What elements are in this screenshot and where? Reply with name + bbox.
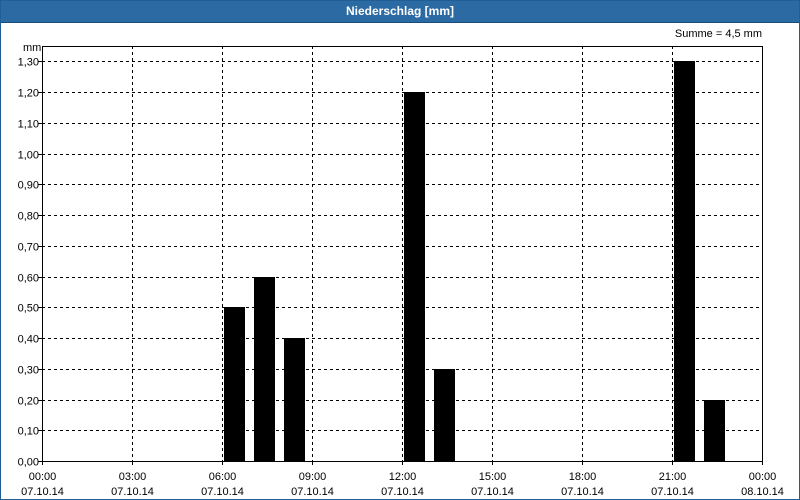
y-tick-label: 0,80 bbox=[18, 211, 39, 223]
precipitation-bar bbox=[284, 338, 305, 461]
y-tick-label: 0,60 bbox=[18, 273, 39, 285]
x-tick-time: 00:00 bbox=[749, 471, 777, 483]
y-tick-label: 0,10 bbox=[18, 426, 39, 438]
x-tick-date: 07.10.14 bbox=[651, 486, 694, 498]
y-tick-label: 1,20 bbox=[18, 88, 39, 100]
x-tick-time: 09:00 bbox=[299, 471, 327, 483]
x-tick-time: 00:00 bbox=[29, 471, 57, 483]
y-tick-label: 0,00 bbox=[18, 457, 39, 469]
y-tick-labels: 0,00 0,10 0,20 0,30 0,40 0,50 0,60 0,70 0,80 0,90… bbox=[18, 57, 39, 469]
y-tick-label: 1,00 bbox=[18, 150, 39, 162]
x-tick-date: 07.10.14 bbox=[201, 486, 244, 498]
x-tick-date: 07.10.14 bbox=[561, 486, 604, 498]
precipitation-bar bbox=[404, 92, 425, 461]
axes bbox=[38, 46, 763, 465]
x-tick-time: 12:00 bbox=[389, 471, 417, 483]
y-axis-label: mm bbox=[23, 42, 41, 54]
precipitation-bar bbox=[434, 369, 455, 461]
y-tick-label: 0,90 bbox=[18, 180, 39, 192]
x-tick-time: 03:00 bbox=[119, 471, 147, 483]
chart-window: Niederschlag [mm] 0,00 0,10 0,20 0,30 0,40 0,… bbox=[0, 0, 800, 500]
grid-lines bbox=[42, 46, 762, 461]
y-tick-label: 0,50 bbox=[18, 303, 39, 315]
precipitation-bar bbox=[704, 400, 725, 461]
x-tick-time: 06:00 bbox=[209, 471, 237, 483]
y-tick-label: 0,30 bbox=[18, 365, 39, 377]
y-tick-label: 1,30 bbox=[18, 57, 39, 69]
x-tick-time: 18:00 bbox=[569, 471, 597, 483]
precipitation-chart: 0,00 0,10 0,20 0,30 0,40 0,50 0,60 0,70 0,80 0,90… bbox=[18, 28, 784, 498]
y-tick-label: 0,20 bbox=[18, 396, 39, 408]
x-tick-date: 07.10.14 bbox=[291, 486, 334, 498]
sum-label: Summe = 4,5 mm bbox=[675, 28, 762, 40]
x-tick-date: 07.10.14 bbox=[21, 486, 64, 498]
x-tick-date: 07.10.14 bbox=[471, 486, 514, 498]
x-tick-date: 07.10.14 bbox=[111, 486, 154, 498]
y-tick-label: 0,40 bbox=[18, 334, 39, 346]
x-tick-time: 15:00 bbox=[479, 471, 507, 483]
y-tick-label: 0,70 bbox=[18, 242, 39, 254]
x-tick-time: 21:00 bbox=[659, 471, 687, 483]
x-tick-labels: 00:00 07.10.14 03:00 07.10.14 06:00 07.10.14 0… bbox=[21, 471, 784, 498]
x-tick-date: 07.10.14 bbox=[381, 486, 424, 498]
precipitation-bar bbox=[254, 277, 275, 461]
precipitation-bar bbox=[224, 307, 245, 461]
precipitation-bar bbox=[674, 61, 695, 461]
x-tick-date: 08.10.14 bbox=[741, 486, 784, 498]
y-tick-label: 1,10 bbox=[18, 119, 39, 131]
